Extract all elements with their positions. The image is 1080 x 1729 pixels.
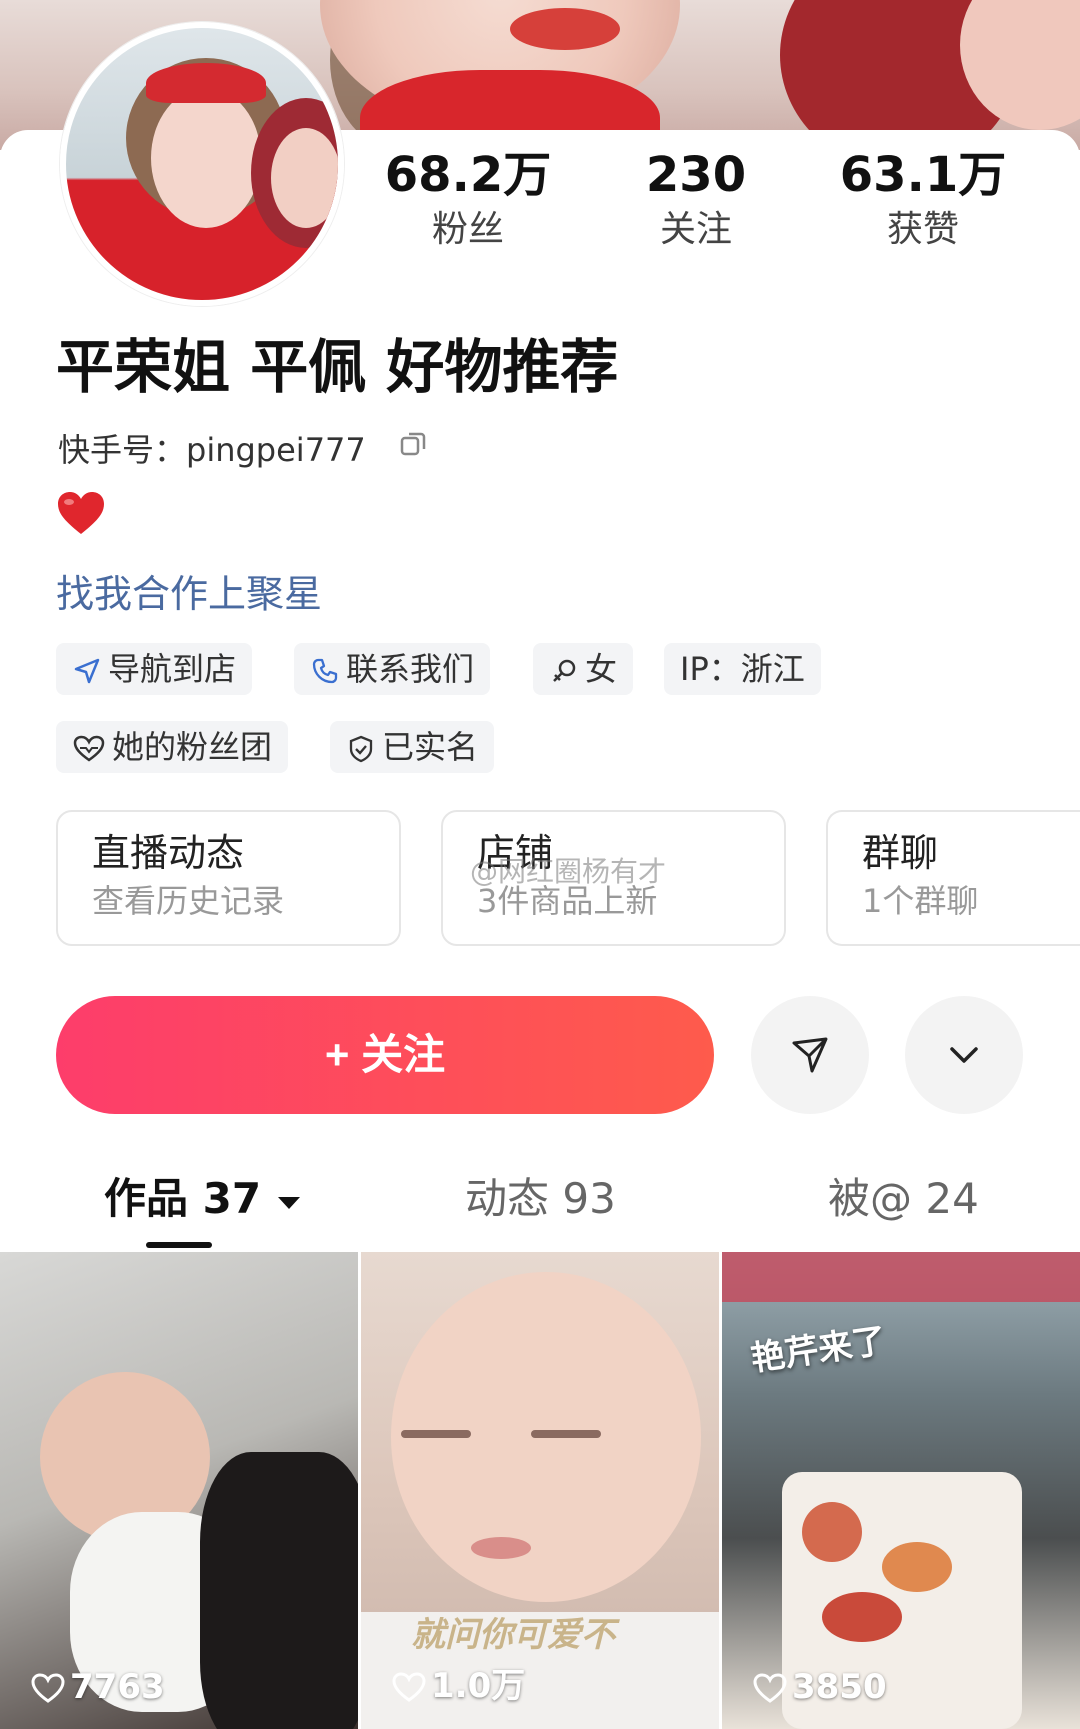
- follow-button[interactable]: + 关注: [56, 996, 714, 1114]
- stat-fans[interactable]: 68.2万 粉丝: [368, 145, 568, 255]
- stat-likes[interactable]: 63.1万 获赞: [823, 145, 1023, 255]
- video-thumbnail[interactable]: 7763: [0, 1252, 358, 1729]
- share-icon: [792, 1037, 828, 1073]
- stat-likes-label: 获赞: [886, 209, 959, 250]
- profile-name: 平荣姐 平佩 好物推荐: [56, 333, 619, 401]
- stat-likes-value: 63.1万: [839, 147, 1007, 203]
- tag-contact-label: 联系我们: [346, 650, 475, 688]
- like-heart-icon: [392, 1672, 426, 1702]
- video-likes-count: 3850: [792, 1667, 887, 1707]
- tab-mentions[interactable]: 被@ 24: [828, 1165, 979, 1226]
- card-live[interactable]: 直播动态 查看历史记录: [56, 810, 401, 946]
- active-tab-indicator: [146, 1242, 212, 1248]
- card-group-chat-subtitle: 1个群聊: [862, 882, 979, 920]
- like-heart-icon: [753, 1673, 787, 1703]
- copy-icon[interactable]: [400, 430, 428, 458]
- kuaishou-id: 快手号：pingpei777: [58, 431, 366, 469]
- avatar[interactable]: [60, 22, 344, 306]
- navigate-icon: [74, 658, 100, 684]
- tag-fan-group[interactable]: 她的粉丝团: [56, 721, 289, 773]
- tag-verified-label: 已实名: [382, 728, 479, 766]
- stat-following[interactable]: 230 关注: [596, 145, 796, 255]
- chevron-down-icon: [950, 1047, 978, 1063]
- tab-works[interactable]: 作品 37: [104, 1165, 302, 1226]
- dropdown-triangle-icon: [277, 1197, 300, 1209]
- tag-ip-label: IP：浙江: [680, 650, 805, 688]
- tag-gender-label: 女: [585, 650, 618, 688]
- tag-contact[interactable]: 联系我们: [294, 643, 491, 695]
- stat-following-value: 230: [645, 147, 747, 203]
- bio-link[interactable]: 找我合作上聚星: [56, 563, 322, 618]
- video-thumbnail[interactable]: 就问你可爱不 1.0万: [361, 1252, 719, 1729]
- card-live-title: 直播动态: [92, 831, 245, 875]
- card-group-chat-title: 群聊: [862, 831, 939, 875]
- video-likes: 1.0万: [391, 1658, 525, 1707]
- tab-works-label: 作品 37: [104, 1174, 262, 1223]
- tag-gender: 女: [533, 643, 634, 695]
- card-group-chat[interactable]: 群聊 1个群聊: [826, 810, 1080, 946]
- shield-check-icon: [349, 735, 373, 763]
- phone-icon: [312, 658, 338, 684]
- stat-following-label: 关注: [659, 209, 732, 250]
- video-likes-count: 7763: [70, 1667, 165, 1707]
- video-likes-count: 1.0万: [431, 1666, 526, 1706]
- video-likes: 7763: [30, 1667, 165, 1707]
- share-button[interactable]: [751, 996, 869, 1114]
- fan-heart-icon: [73, 735, 105, 762]
- tag-ip: IP：浙江: [664, 643, 821, 695]
- card-live-subtitle: 查看历史记录: [92, 882, 285, 920]
- tag-navigate[interactable]: 导航到店: [56, 643, 253, 695]
- stat-fans-label: 粉丝: [431, 209, 504, 250]
- like-heart-icon: [31, 1673, 65, 1703]
- more-button[interactable]: [905, 996, 1023, 1114]
- tag-verified: 已实名: [330, 721, 495, 773]
- stat-fans-value: 68.2万: [384, 147, 552, 203]
- video-thumbnail[interactable]: 艳芹来了 3850: [722, 1252, 1080, 1729]
- tag-fan-group-label: 她的粉丝团: [112, 728, 273, 766]
- video-caption: 就问你可爱不: [411, 1615, 615, 1655]
- tag-navigate-label: 导航到店: [108, 650, 237, 688]
- tab-moments[interactable]: 动态 93: [465, 1165, 616, 1226]
- video-caption: 艳芹来了: [748, 1320, 889, 1380]
- watermark: @网红圈杨有才: [470, 855, 667, 888]
- video-likes: 3850: [752, 1667, 887, 1707]
- female-icon: [553, 659, 576, 682]
- heart-emoji-icon: [58, 492, 104, 534]
